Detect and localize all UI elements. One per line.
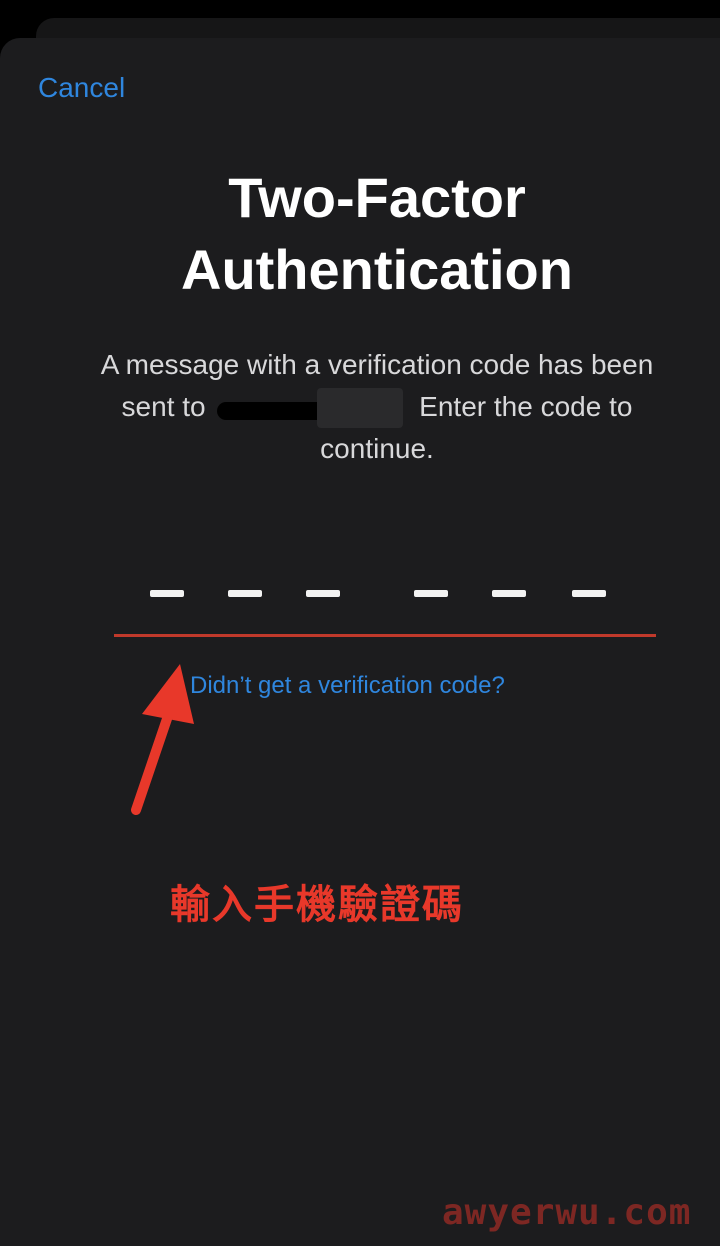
verification-code-input[interactable] bbox=[114, 560, 656, 640]
redacted-phone-number bbox=[217, 387, 407, 428]
code-digit-slot bbox=[150, 590, 184, 597]
page-title-line-1: Two-Factor bbox=[228, 166, 526, 229]
page-title-line-2: Authentication bbox=[181, 238, 573, 301]
screen: Cancel Two-Factor Authentication A messa… bbox=[0, 0, 720, 1246]
page-title: Two-Factor Authentication bbox=[0, 162, 720, 306]
code-digit-slot bbox=[492, 590, 526, 597]
watermark: awyerwu.com bbox=[442, 1192, 692, 1233]
message-line-1: A message with a verification code has b… bbox=[100, 349, 654, 380]
message-enter-code: Enter the code to bbox=[419, 391, 633, 422]
code-digit-slot bbox=[306, 590, 340, 597]
message-sent-to: sent to bbox=[121, 391, 206, 422]
message-line-2: sent to Enter the code to bbox=[54, 386, 700, 428]
code-digit-slot bbox=[228, 590, 262, 597]
code-digit-slot bbox=[572, 590, 606, 597]
message-line-3: continue. bbox=[320, 433, 434, 464]
resend-code-link[interactable]: Didn’t get a verification code? bbox=[190, 672, 505, 700]
annotation-text: 輸入手機驗證碼 bbox=[170, 882, 464, 928]
code-input-underline bbox=[114, 634, 656, 637]
instruction-message: A message with a verification code has b… bbox=[54, 344, 700, 470]
code-digit-slot bbox=[414, 590, 448, 597]
cancel-button[interactable]: Cancel bbox=[38, 72, 125, 104]
